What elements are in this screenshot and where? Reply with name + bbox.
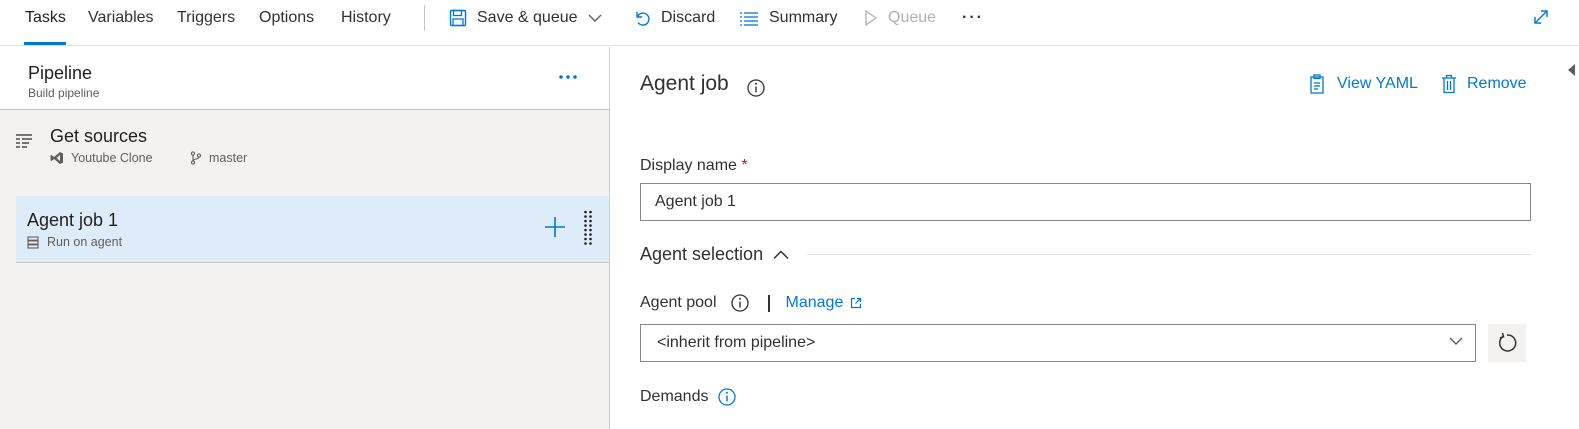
chevron-down-icon [1449,336,1463,346]
agent-job-item[interactable]: Agent job 1 Run on agent [16,196,609,263]
discard-button[interactable]: Discard [633,0,715,36]
get-sources-title: Get sources [50,126,148,146]
agent-job-details-panel: Agent job View YAML Remove Display name … [610,47,1579,429]
info-icon[interactable] [717,387,737,407]
agent-selection-toggle[interactable]: Agent selection [640,244,789,265]
manage-link[interactable]: Manage [786,294,863,312]
refresh-button[interactable] [1488,324,1526,362]
repo-icon [50,151,64,165]
agent-job-title: Agent job 1 [27,210,119,230]
agent-pool-row: Agent pool Manage [640,292,862,314]
demands-label: Demands [640,388,709,405]
pipeline-header[interactable]: Pipeline Build pipeline [0,47,609,110]
pipeline-subtitle: Build pipeline [28,86,100,100]
agent-selection-label: Agent selection [640,244,764,264]
add-task-icon[interactable] [543,215,567,239]
save-and-queue-label: Save & queue [477,9,578,26]
chevron-down-icon[interactable] [588,13,602,23]
active-tab-indicator [24,42,66,45]
branch-icon [190,151,202,165]
agent-pool-value: <inherit from pipeline> [657,334,816,351]
info-icon[interactable] [730,293,750,313]
pipeline-title: Pipeline [28,63,93,83]
queue-button[interactable]: Queue [864,0,936,36]
queue-label: Queue [888,9,937,26]
scroll-indicator[interactable] [1566,60,1579,429]
more-icon[interactable] [556,65,580,89]
separator [767,294,770,312]
expand-icon[interactable] [1532,8,1550,31]
manage-label: Manage [785,294,844,311]
tab-history[interactable]: History [341,0,391,46]
more-actions-button[interactable]: ··· [962,0,984,36]
sources-icon [15,134,35,150]
info-icon[interactable] [746,78,766,98]
repository-name: Youtube Clone [71,151,153,165]
remove-button[interactable]: Remove [1441,74,1527,94]
get-sources-item[interactable]: Get sources Youtube Clone master [0,111,609,181]
pipeline-tasks-panel: Pipeline Build pipeline Get sources Yout… [0,47,609,429]
discard-label: Discard [661,9,716,26]
agent-job-subtitle-row: Run on agent [27,235,122,249]
tab-tasks[interactable]: Tasks [25,0,66,46]
agent-job-subtitle: Run on agent [47,235,123,249]
play-icon [864,9,878,27]
remove-label: Remove [1467,75,1527,92]
details-title: Agent job [640,72,729,95]
display-name-label-text: Display name [640,157,737,174]
summary-label: Summary [769,9,838,26]
tab-triggers[interactable]: Triggers [177,0,235,46]
agent-pool-label: Agent pool [640,294,717,311]
section-divider [807,254,1531,255]
undo-icon [633,9,651,27]
display-name-label: Display name * [640,157,748,175]
tab-options[interactable]: Options [259,0,314,46]
save-icon [449,9,467,27]
repository-info: Youtube Clone [50,151,153,165]
view-yaml-button[interactable]: View YAML [1309,74,1418,94]
display-name-input[interactable] [640,183,1531,221]
drag-handle-icon[interactable] [583,210,593,246]
view-yaml-label: View YAML [1337,75,1418,92]
branch-info: master [190,151,247,165]
summary-button[interactable]: Summary [739,0,837,36]
save-and-queue-button[interactable]: Save & queue [449,0,602,36]
refresh-icon [1496,332,1518,354]
toolbar-divider [424,5,425,31]
required-indicator: * [741,157,748,174]
branch-name: master [209,151,248,165]
clipboard-icon [1309,74,1327,94]
pipeline-toolbar: Tasks Variables Triggers Options History… [0,0,1579,46]
server-icon [27,235,39,249]
external-link-icon [850,297,862,309]
demands-row: Demands [640,387,737,407]
list-icon [739,10,759,26]
trash-icon [1441,74,1457,94]
chevron-up-icon [773,249,789,260]
agent-pool-dropdown[interactable]: <inherit from pipeline> [640,324,1476,362]
tab-variables[interactable]: Variables [88,0,154,46]
